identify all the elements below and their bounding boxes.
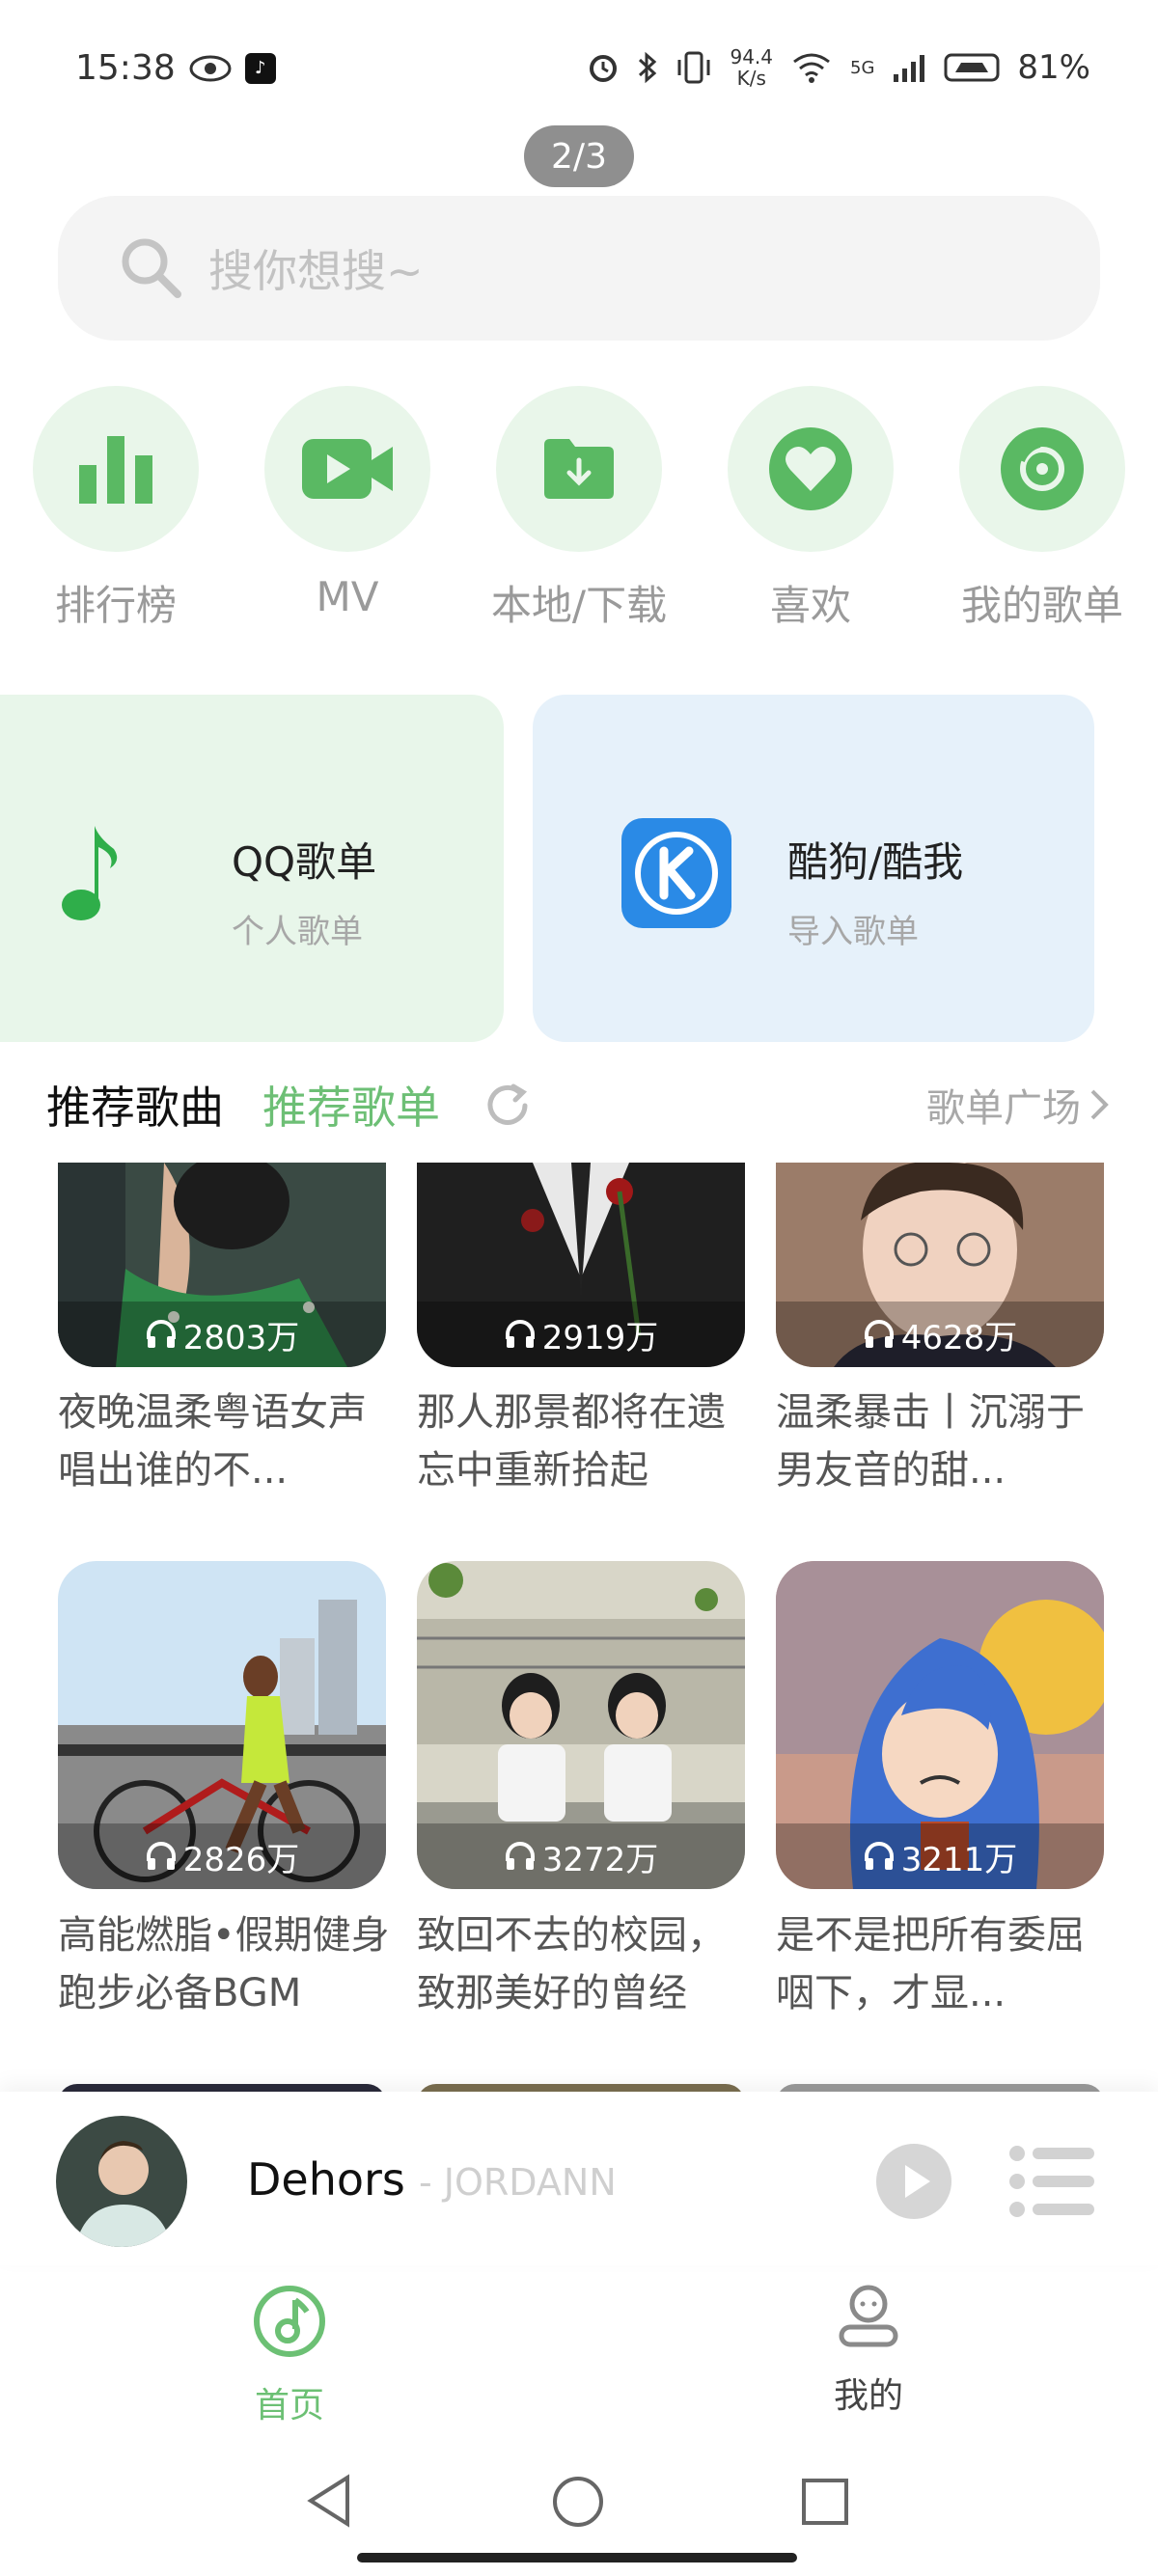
playlist-cover[interactable]: 2826万 bbox=[58, 1561, 386, 1889]
wifi-icon bbox=[793, 53, 830, 83]
search-icon bbox=[122, 238, 181, 298]
nav-mine[interactable]: 我的 bbox=[743, 2283, 994, 2418]
now-playing-title: Dehors bbox=[247, 2153, 405, 2206]
playlist-cover[interactable]: 3211万 bbox=[776, 1561, 1104, 1889]
home-indicator[interactable] bbox=[357, 2553, 797, 2562]
playlist-cover[interactable]: 4628万 bbox=[776, 1163, 1104, 1367]
play-count: 3211万 bbox=[776, 1823, 1104, 1889]
nav-label: 首页 bbox=[254, 2386, 324, 2425]
now-playing-cover[interactable] bbox=[56, 2116, 187, 2247]
search-placeholder: 搜你想搜~ bbox=[208, 245, 424, 297]
headphones-icon bbox=[146, 1842, 176, 1870]
card-title: QQ歌单 bbox=[232, 838, 377, 886]
bottom-nav: 首页 我的 bbox=[0, 2265, 1158, 2458]
headphones-icon bbox=[505, 1842, 535, 1870]
play-icon[interactable] bbox=[874, 2142, 953, 2221]
status-bar: 15:38 ♪ 94.4 K/s 5G 81% bbox=[0, 0, 1158, 125]
play-count: 2919万 bbox=[417, 1302, 745, 1367]
quick-nav-mv[interactable]: MV bbox=[232, 386, 463, 620]
quick-nav-label: 我的歌单 bbox=[960, 582, 1123, 629]
playlist-title[interactable]: 高能燃脂•假期健身跑步必备BGM bbox=[58, 1906, 391, 2022]
download-folder-icon bbox=[544, 439, 614, 499]
tab-recommended-playlists[interactable]: 推荐歌单 bbox=[262, 1073, 440, 1137]
qq-music-note-icon bbox=[62, 826, 118, 920]
quick-nav-label: 排行榜 bbox=[54, 582, 177, 629]
nav-home[interactable]: 首页 bbox=[164, 2283, 415, 2427]
home-circle-icon[interactable] bbox=[552, 2476, 604, 2528]
tab-recommended-songs[interactable]: 推荐歌曲 bbox=[46, 1073, 224, 1137]
quick-nav-ranking[interactable]: 排行榜 bbox=[0, 386, 232, 632]
mv-button[interactable] bbox=[264, 386, 430, 552]
vibrate-icon bbox=[677, 51, 710, 84]
favorites-button[interactable] bbox=[728, 386, 894, 552]
alarm-icon bbox=[590, 55, 618, 82]
playlist-cover[interactable]: 2919万 bbox=[417, 1163, 745, 1367]
playlist-title[interactable]: 温柔暴击丨沉溺于男友音的甜... bbox=[776, 1384, 1109, 1499]
signal-type: 5G bbox=[850, 57, 875, 78]
playlist-title[interactable]: 那人那景都将在遗忘中重新拾起 bbox=[417, 1384, 750, 1499]
quick-nav-label: 本地/下载 bbox=[490, 582, 668, 629]
kugou-kuwo-card[interactable]: 酷狗/酷我 导入歌单 bbox=[533, 695, 1094, 1042]
headphones-icon bbox=[146, 1320, 176, 1348]
headphones-icon bbox=[864, 1842, 894, 1870]
chevron-right-icon bbox=[1090, 1089, 1109, 1120]
refresh-icon[interactable] bbox=[481, 1079, 535, 1133]
ranking-button[interactable] bbox=[33, 386, 199, 552]
system-nav-bar bbox=[0, 2458, 1158, 2576]
disc-icon bbox=[1001, 427, 1084, 510]
quick-nav: 排行榜 MV 本地/下载 喜欢 我的歌单 bbox=[0, 386, 1158, 637]
back-icon[interactable] bbox=[305, 2474, 353, 2528]
playlist-title[interactable]: 夜晚温柔粤语女声 唱出谁的不... bbox=[58, 1384, 391, 1499]
playlist-title[interactable]: 是不是把所有委屈咽下，才显... bbox=[776, 1906, 1109, 2022]
net-speed: 94.4 K/s bbox=[730, 45, 774, 90]
car-mode-icon bbox=[944, 53, 1000, 82]
card-subtitle: 个人歌单 bbox=[232, 913, 363, 951]
playlist-plaza-link[interactable]: 歌单广场 bbox=[926, 1077, 1110, 1133]
quick-nav-my-playlists[interactable]: 我的歌单 bbox=[926, 386, 1158, 632]
chart-icon bbox=[79, 436, 152, 504]
play-count: 2803万 bbox=[58, 1302, 386, 1367]
kugou-k-icon bbox=[621, 818, 731, 928]
now-playing-cover-image bbox=[56, 2116, 187, 2247]
status-left: 15:38 ♪ bbox=[75, 48, 276, 88]
mini-player[interactable]: Dehors - JORDANN bbox=[0, 2092, 1158, 2265]
playlist-plaza-label: 歌单广场 bbox=[926, 1086, 1081, 1131]
headphones-icon bbox=[864, 1320, 894, 1348]
tiktok-icon: ♪ bbox=[244, 52, 276, 84]
play-count: 4628万 bbox=[776, 1302, 1104, 1367]
play-count: 3272万 bbox=[417, 1823, 745, 1889]
playlist-cover[interactable]: 2803万 bbox=[58, 1163, 386, 1367]
recent-apps-icon[interactable] bbox=[801, 2478, 849, 2526]
nav-label: 我的 bbox=[833, 2376, 903, 2416]
my-playlists-button[interactable] bbox=[959, 386, 1125, 552]
status-time: 15:38 bbox=[75, 48, 176, 88]
playlist-title[interactable]: 致回不去的校园，致那美好的曾经 bbox=[417, 1906, 750, 2022]
status-right: 94.4 K/s 5G 81% bbox=[587, 46, 1090, 89]
quick-nav-label: MV bbox=[316, 573, 379, 620]
home-music-icon bbox=[254, 2286, 325, 2357]
eye-icon bbox=[189, 55, 232, 81]
now-playing-artist: - JORDANN bbox=[419, 2161, 617, 2204]
video-icon bbox=[302, 439, 393, 499]
search-bar[interactable]: 搜你想搜~ bbox=[58, 196, 1100, 341]
headphones-icon bbox=[505, 1320, 535, 1348]
card-title: 酷狗/酷我 bbox=[787, 838, 964, 886]
battery-level: 81% bbox=[1017, 48, 1090, 87]
playlist-queue-icon[interactable] bbox=[1007, 2144, 1096, 2219]
local-download-button[interactable] bbox=[496, 386, 662, 552]
heart-icon bbox=[769, 427, 852, 510]
quick-nav-local-download[interactable]: 本地/下载 bbox=[463, 386, 695, 632]
cellular-signal-icon bbox=[894, 55, 925, 82]
qq-playlist-card[interactable]: QQ歌单 个人歌单 bbox=[0, 695, 504, 1042]
quick-nav-label: 喜欢 bbox=[769, 582, 851, 629]
play-count: 2826万 bbox=[58, 1823, 386, 1889]
bluetooth-icon bbox=[639, 51, 657, 84]
page-indicator: 2/3 bbox=[524, 125, 634, 187]
profile-icon bbox=[839, 2285, 898, 2347]
quick-nav-favorites[interactable]: 喜欢 bbox=[695, 386, 926, 632]
playlist-cover[interactable]: 3272万 bbox=[417, 1561, 745, 1889]
card-subtitle: 导入歌单 bbox=[787, 913, 919, 951]
